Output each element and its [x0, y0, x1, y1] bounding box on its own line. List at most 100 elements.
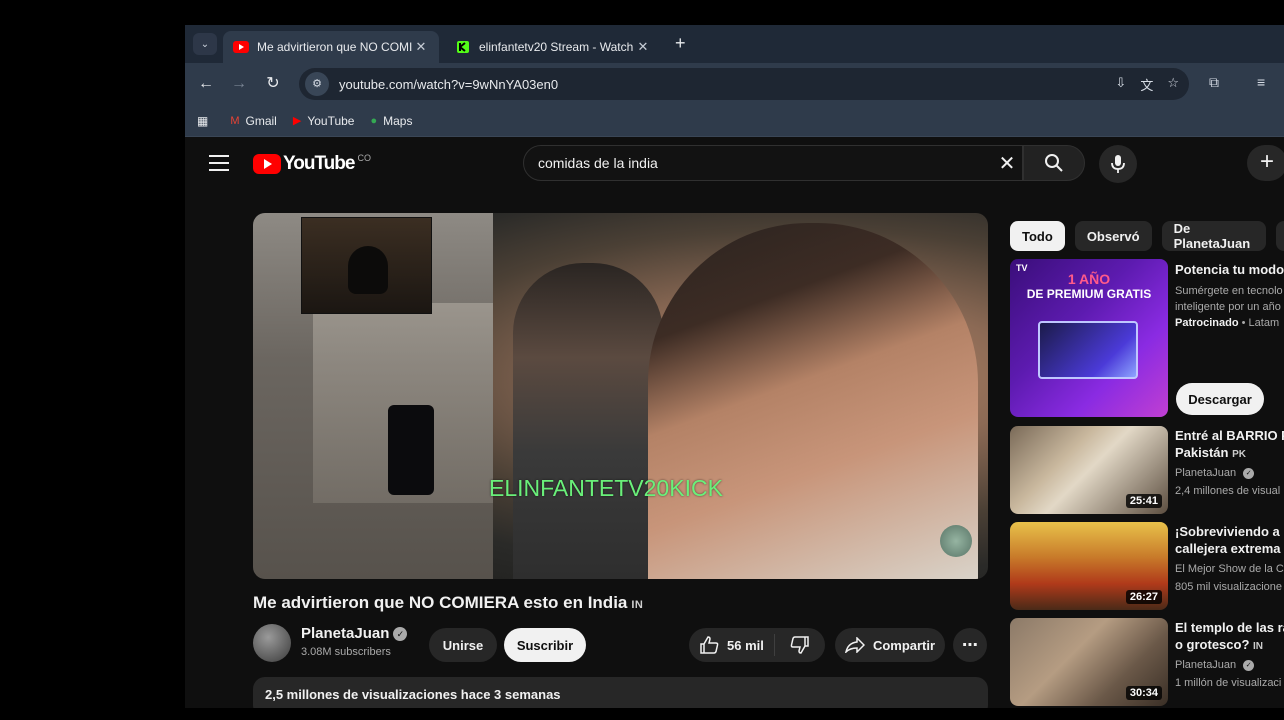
search-box[interactable]: comidas de la india ✕: [523, 145, 1023, 181]
omnibox-actions: ⇩ 文 ☆: [1115, 75, 1179, 94]
advertiser-name: Latam: [1248, 317, 1280, 329]
channel-name-text[interactable]: PlanetaJuan: [301, 625, 389, 642]
translate-icon[interactable]: 文: [1140, 75, 1153, 94]
chip-more[interactable]: [1275, 221, 1284, 251]
bookmark-gmail[interactable]: M Gmail: [230, 114, 277, 128]
site-info-icon[interactable]: ⚙: [305, 72, 329, 96]
video-frame-face: [648, 223, 978, 579]
bookmark-label: YouTube: [307, 113, 355, 128]
gmail-icon: M: [230, 114, 240, 127]
channel-avatar[interactable]: [253, 624, 291, 662]
share-button[interactable]: Compartir: [835, 628, 945, 662]
search-button[interactable]: [1023, 145, 1085, 181]
search-input[interactable]: comidas de la india: [538, 155, 992, 171]
bookmark-label: Maps: [383, 113, 413, 128]
channel-watermark[interactable]: [940, 525, 972, 557]
recommended-title[interactable]: Entré al BARRIO P: [1175, 427, 1284, 444]
chip-watched[interactable]: Observó: [1074, 221, 1152, 251]
verified-icon: ✓: [1243, 660, 1255, 671]
title-line: ¡Sobreviviendo a la: [1175, 524, 1284, 539]
video-title: Me advirtieron que NO COMIERA esto en In…: [253, 593, 643, 613]
bookmarks-bar: ▦ M Gmail ▶ YouTube ● Maps: [185, 105, 1284, 137]
youtube-icon: ▶: [292, 115, 302, 127]
recommended-title[interactable]: Pakistán PK: [1175, 444, 1284, 463]
browser-window: ⌄ Me advirtieron que NO COMIERA ✕ elinfa…: [185, 25, 1284, 708]
recommended-views: 1 millón de visualizaci: [1175, 677, 1282, 689]
subscriber-count: 3.08M subscribers: [301, 646, 391, 658]
recommended-channel[interactable]: PlanetaJuan ✓: [1175, 657, 1284, 673]
title-line: o grotesco?: [1175, 637, 1250, 652]
recommended-title[interactable]: ¡Sobreviviendo a la: [1175, 523, 1284, 540]
browser-toolbar: ← → ↻ ⚙ youtube.com/watch?v=9wNnYA03en0 …: [185, 63, 1284, 105]
reload-icon[interactable]: ↻: [261, 73, 285, 95]
ad-title[interactable]: Potencia tu modo p: [1175, 261, 1284, 278]
verified-icon: ✓: [393, 627, 408, 641]
share-label: Compartir: [872, 637, 936, 653]
microphone-icon: [1111, 155, 1125, 173]
url-text[interactable]: youtube.com/watch?v=9wNnYA03en0: [339, 77, 558, 92]
ad-thumbnail[interactable]: TV 1 AÑO DE PREMIUM GRATIS: [1010, 259, 1168, 417]
menu-icon[interactable]: [209, 155, 229, 171]
youtube-play-icon: [253, 154, 281, 174]
close-tab-icon[interactable]: ✕: [635, 39, 651, 55]
recommended-channel[interactable]: PlanetaJuan ✓: [1175, 465, 1284, 481]
thumbs-down-icon: [790, 636, 809, 654]
reading-list-icon[interactable]: ≡: [1257, 74, 1265, 90]
tab-search-button[interactable]: ⌄: [193, 33, 217, 55]
country-badge: PK: [1232, 449, 1247, 460]
dislike-button[interactable]: [775, 636, 825, 654]
channel-text: PlanetaJuan: [1175, 659, 1237, 671]
share-icon: [844, 637, 865, 653]
bookmark-youtube[interactable]: ▶ YouTube: [293, 114, 355, 128]
logo-text: YouTube: [283, 153, 355, 174]
voice-search-button[interactable]: [1099, 145, 1137, 183]
subscribe-button[interactable]: Suscribir: [504, 628, 586, 662]
ad-description-line: inteligente por un año: [1175, 301, 1281, 313]
chip-all[interactable]: Todo: [1010, 221, 1065, 251]
title-line: callejera extrema c: [1175, 541, 1284, 556]
forward-icon[interactable]: →: [227, 73, 251, 95]
recommended-channel[interactable]: El Mejor Show de la C: [1175, 561, 1284, 577]
channel-text: PlanetaJuan: [1175, 467, 1237, 479]
filter-chips: Todo Observó De PlanetaJuan: [1010, 221, 1284, 251]
like-button[interactable]: 56 mil: [689, 634, 775, 656]
ad-thumb-subheadline: DE PREMIUM GRATIS: [1026, 287, 1152, 301]
clear-search-icon[interactable]: ✕: [992, 151, 1022, 176]
view-count-date: 2,5 millones de visualizaciones hace 3 s…: [265, 687, 561, 702]
tab-strip: ⌄ Me advirtieron que NO COMIERA ✕ elinfa…: [185, 25, 1284, 63]
recommended-title[interactable]: El templo de las ra: [1175, 619, 1284, 636]
country-code: CO: [357, 153, 371, 163]
download-cta-button[interactable]: Descargar: [1176, 383, 1264, 415]
apps-grid-icon[interactable]: ▦: [197, 114, 208, 128]
back-icon[interactable]: ←: [194, 73, 218, 95]
bookmark-star-icon[interactable]: ☆: [1167, 75, 1179, 94]
channel-name[interactable]: PlanetaJuan ✓: [301, 625, 408, 642]
description-box[interactable]: 2,5 millones de visualizaciones hace 3 s…: [253, 677, 988, 708]
recommended-views: 805 mil visualizacione: [1175, 581, 1282, 593]
video-player[interactable]: ELINFANTETV20KICK: [253, 213, 988, 579]
bookmark-maps[interactable]: ● Maps: [370, 114, 412, 128]
close-tab-icon[interactable]: ✕: [413, 39, 429, 55]
recommended-thumbnail[interactable]: 25:41: [1010, 426, 1168, 514]
address-bar[interactable]: ⚙ youtube.com/watch?v=9wNnYA03en0 ⇩ 文 ☆: [299, 68, 1189, 100]
like-dislike-bar: 56 mil: [689, 628, 825, 662]
video-duration: 30:34: [1125, 686, 1162, 700]
create-button[interactable]: +: [1247, 145, 1284, 181]
recommended-title[interactable]: o grotesco? IN: [1175, 636, 1284, 655]
recommended-thumbnail[interactable]: 26:27: [1010, 522, 1168, 610]
new-tab-button[interactable]: +: [675, 33, 686, 54]
extensions-icon[interactable]: ⧉: [1209, 74, 1219, 91]
install-app-icon[interactable]: ⇩: [1115, 75, 1126, 94]
more-actions-icon[interactable]: ⋯: [953, 628, 987, 662]
title-line: Pakistán: [1175, 445, 1229, 460]
tab-youtube[interactable]: Me advirtieron que NO COMIERA ✕: [223, 31, 439, 63]
recommended-title[interactable]: callejera extrema c: [1175, 540, 1284, 557]
join-button[interactable]: Unirse: [429, 628, 497, 662]
search-icon: [1045, 154, 1063, 172]
chip-from-channel[interactable]: De PlanetaJuan: [1161, 221, 1266, 251]
youtube-logo[interactable]: YouTube CO: [253, 153, 371, 175]
sponsored-label: Patrocinado: [1175, 317, 1239, 329]
kick-favicon-icon: [457, 41, 469, 53]
tab-kick[interactable]: elinfantetv20 Stream - Watch Live ✕: [445, 31, 661, 63]
recommended-thumbnail[interactable]: 30:34: [1010, 618, 1168, 706]
